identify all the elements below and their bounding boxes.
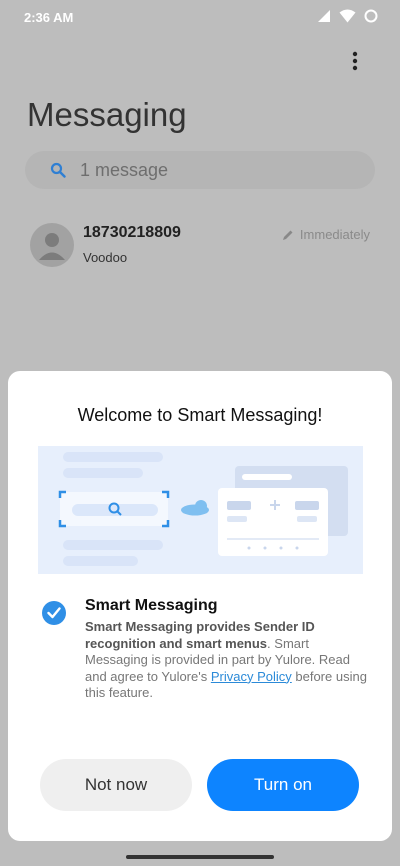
feature-title: Smart Messaging xyxy=(85,597,218,614)
message-snippet: Voodoo xyxy=(83,250,128,265)
dialog-title: Welcome to Smart Messaging! xyxy=(77,405,323,425)
home-indicator[interactable] xyxy=(126,855,274,859)
feature-description: Smart Messaging provides Sender ID recog… xyxy=(85,619,370,702)
signal-icon xyxy=(317,9,331,23)
messaging-screen: 2:36 AM Messaging 1 message 18730218809 … xyxy=(0,0,400,866)
page-title: Messaging xyxy=(27,96,187,133)
message-time: Immediately xyxy=(282,227,370,242)
search-icon xyxy=(50,162,66,178)
status-icons xyxy=(317,9,378,23)
privacy-policy-link[interactable]: Privacy Policy xyxy=(211,669,292,684)
status-bar: 2:36 AM xyxy=(0,0,400,36)
search-bar[interactable]: 1 message xyxy=(25,151,375,189)
smart-messaging-illustration xyxy=(38,446,363,574)
status-time: 2:36 AM xyxy=(24,10,74,25)
battery-icon xyxy=(364,9,378,23)
more-options-icon[interactable] xyxy=(340,46,370,76)
pencil-icon xyxy=(282,229,294,241)
turn-on-button[interactable]: Turn on xyxy=(207,759,359,811)
avatar xyxy=(30,223,74,267)
message-time-label: Immediately xyxy=(299,227,370,242)
consent-checkbox[interactable] xyxy=(42,601,66,625)
contact-name: 18730218809 xyxy=(83,224,181,241)
smart-messaging-dialog: Welcome to Smart Messaging! Smart Messag… xyxy=(8,371,392,841)
wifi-icon xyxy=(339,9,356,23)
search-text: 1 message xyxy=(80,159,169,180)
conversation-item[interactable]: 18730218809 Voodoo Immediately xyxy=(28,220,372,270)
not-now-button[interactable]: Not now xyxy=(40,759,192,811)
